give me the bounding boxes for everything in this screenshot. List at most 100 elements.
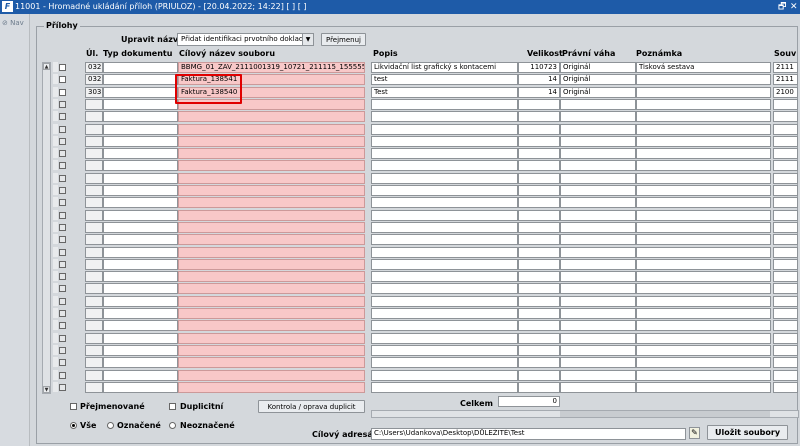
cell-desc[interactable] (371, 258, 518, 270)
cell-desc[interactable] (371, 283, 518, 295)
check-duplicates-button[interactable]: Kontrola / oprava duplicit (258, 400, 365, 413)
cell-ul[interactable] (85, 185, 103, 196)
cell-note[interactable] (636, 283, 771, 295)
row-checkbox[interactable] (59, 125, 66, 133)
cell-target-name[interactable] (178, 197, 365, 209)
cell-ul[interactable] (85, 332, 103, 344)
cell-file[interactable] (773, 320, 798, 332)
row-selector[interactable] (53, 98, 58, 109)
cell-legal[interactable] (560, 320, 636, 332)
cell-target-name[interactable] (178, 98, 365, 110)
cell-file[interactable] (773, 258, 798, 270)
cell-ul[interactable] (85, 320, 103, 332)
cell-size[interactable] (518, 209, 560, 221)
cell-doc-type[interactable] (103, 320, 178, 332)
radio-marked[interactable] (107, 422, 114, 429)
cell-doc-type[interactable] (103, 381, 178, 393)
cell-size[interactable] (518, 172, 560, 184)
cell-note[interactable] (636, 123, 771, 135)
row-checkbox[interactable] (59, 285, 66, 293)
row-selector[interactable] (53, 221, 58, 232)
row-selector[interactable] (53, 295, 58, 306)
cell-file[interactable] (773, 98, 798, 110)
cell-legal[interactable] (560, 123, 636, 135)
row-checkbox[interactable] (59, 162, 66, 170)
close-icon[interactable]: ✕ (790, 0, 798, 14)
cell-file[interactable] (773, 197, 798, 209)
duplicates-checkbox[interactable] (169, 403, 176, 410)
row-checkbox[interactable] (59, 383, 66, 391)
cell-note[interactable] (636, 197, 771, 209)
cell-note[interactable] (636, 221, 771, 233)
cell-ul[interactable] (85, 172, 103, 184)
row-selector[interactable] (53, 185, 58, 195)
cell-note[interactable] (636, 160, 771, 172)
row-selector[interactable] (53, 320, 58, 331)
cell-note[interactable] (636, 135, 771, 147)
cell-desc[interactable] (371, 172, 518, 184)
cell-file[interactable] (773, 369, 798, 381)
cell-legal[interactable]: Originál (560, 74, 636, 86)
cell-doc-type[interactable] (103, 271, 178, 283)
restore-icon[interactable]: 🗗 (778, 0, 788, 14)
cell-file[interactable] (773, 185, 798, 196)
cell-doc-type[interactable] (103, 369, 178, 381)
row-selector[interactable] (53, 234, 58, 245)
row-checkbox[interactable] (59, 174, 66, 182)
cell-note[interactable] (636, 86, 771, 98)
cell-doc-type[interactable] (103, 172, 178, 184)
row-selector[interactable] (53, 86, 58, 97)
row-selector[interactable] (53, 172, 58, 183)
row-checkbox[interactable] (59, 64, 66, 71)
cell-file[interactable]: 2111 (773, 74, 798, 86)
row-selector[interactable] (53, 308, 58, 318)
row-checkbox[interactable] (59, 187, 66, 194)
row-checkbox[interactable] (59, 199, 66, 207)
cell-note[interactable] (636, 369, 771, 381)
cell-target-name[interactable] (178, 295, 365, 307)
row-checkbox[interactable] (59, 76, 66, 84)
cell-legal[interactable]: Originál (560, 86, 636, 98)
cell-doc-type[interactable] (103, 283, 178, 295)
cell-doc-type[interactable] (103, 135, 178, 147)
row-selector[interactable] (53, 160, 58, 171)
row-selector[interactable] (53, 62, 58, 72)
cell-note[interactable] (636, 344, 771, 356)
cell-target-name[interactable]: BBMG_01_ZAV_2111001319_10721_211115_1555… (178, 62, 365, 73)
cell-legal[interactable] (560, 111, 636, 123)
cell-doc-type[interactable] (103, 160, 178, 172)
cell-target-name[interactable] (178, 308, 365, 319)
folder-browse-icon[interactable]: ✎ (689, 427, 700, 439)
horizontal-scrollbar[interactable] (371, 410, 799, 418)
cell-size[interactable] (518, 344, 560, 356)
row-selector[interactable] (53, 369, 58, 380)
cell-target-name[interactable] (178, 172, 365, 184)
chevron-down-icon[interactable]: ▼ (302, 34, 313, 45)
cell-legal[interactable] (560, 258, 636, 270)
cell-legal[interactable] (560, 344, 636, 356)
cell-doc-type[interactable] (103, 111, 178, 123)
cell-desc[interactable] (371, 246, 518, 258)
cell-doc-type[interactable] (103, 209, 178, 221)
cell-legal[interactable] (560, 332, 636, 344)
cell-file[interactable] (773, 357, 798, 369)
cell-ul[interactable] (85, 369, 103, 381)
cell-file[interactable] (773, 332, 798, 344)
cell-size[interactable] (518, 221, 560, 233)
cell-ul[interactable] (85, 258, 103, 270)
cell-note[interactable] (636, 98, 771, 110)
cell-note[interactable] (636, 308, 771, 319)
scrollbar-thumb[interactable] (560, 411, 770, 417)
cell-ul[interactable] (85, 295, 103, 307)
scroll-down-icon[interactable]: ▼ (43, 386, 50, 393)
save-files-button[interactable]: Uložit soubory (707, 425, 788, 440)
cell-size[interactable] (518, 271, 560, 283)
cell-legal[interactable] (560, 135, 636, 147)
row-selector[interactable] (53, 135, 58, 146)
cell-file[interactable] (773, 123, 798, 135)
cell-ul[interactable]: 032 (85, 62, 103, 73)
cell-size[interactable] (518, 295, 560, 307)
cell-target-name[interactable] (178, 160, 365, 172)
cell-note[interactable] (636, 148, 771, 160)
cell-target-name[interactable] (178, 332, 365, 344)
